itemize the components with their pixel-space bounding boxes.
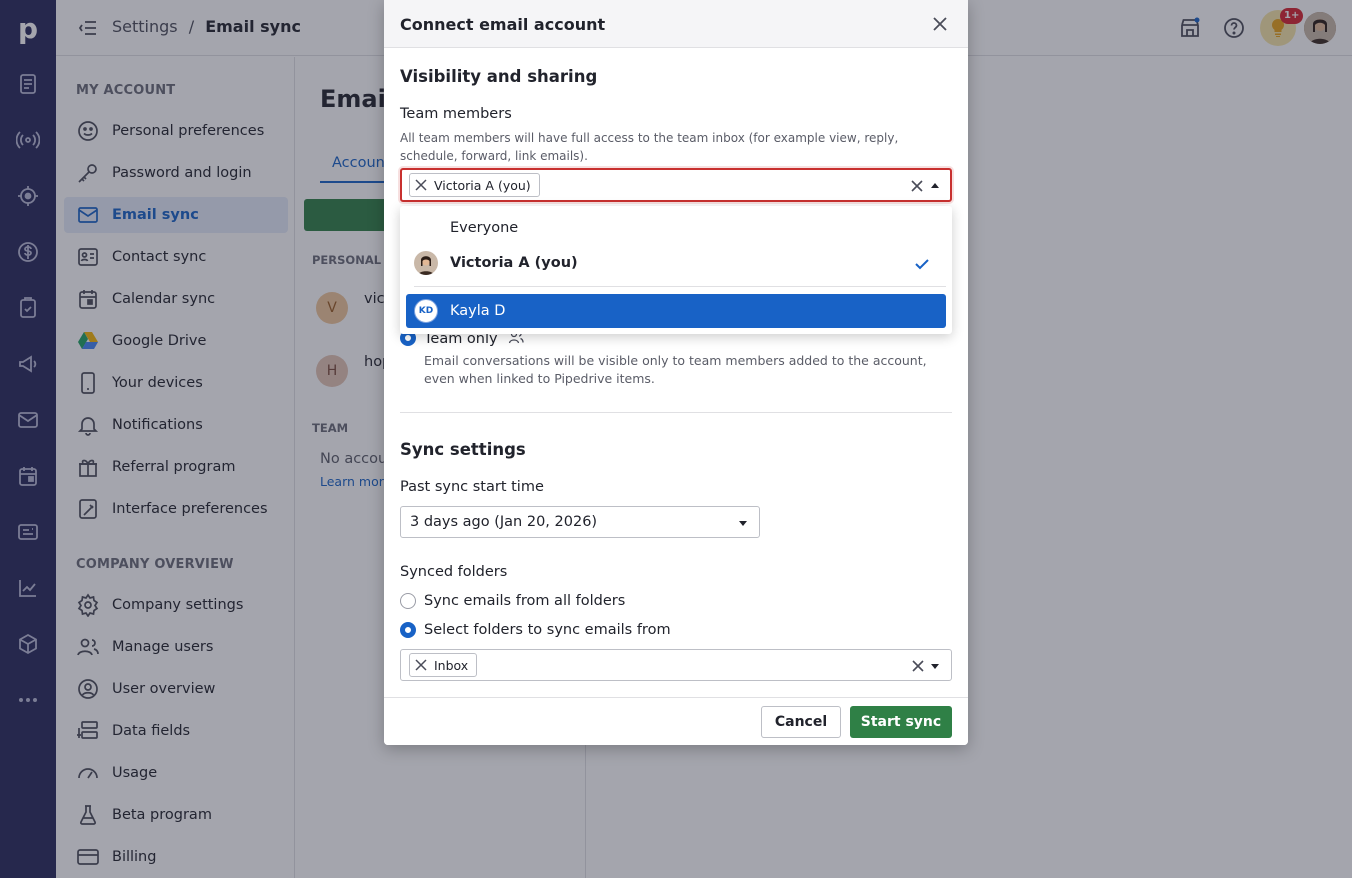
clear-selection-icon[interactable]	[910, 179, 924, 193]
user-avatar	[414, 251, 438, 275]
all-folders-label[interactable]: Sync emails from all folders	[424, 593, 625, 609]
member-chip: Victoria A (you)	[409, 173, 540, 197]
option-label: Victoria A (you)	[450, 255, 578, 271]
option-label: Everyone	[450, 220, 519, 236]
all-folders-radio[interactable]	[400, 593, 416, 609]
team-members-label: Team members	[400, 106, 512, 122]
close-icon[interactable]	[930, 14, 950, 34]
user-avatar: KD	[414, 299, 438, 323]
past-sync-label: Past sync start time	[400, 479, 544, 495]
connect-email-dialog: Connect email account Visibility and sha…	[384, 0, 968, 745]
dialog-header: Connect email account	[384, 0, 968, 48]
past-sync-value: 3 days ago (Jan 20, 2026)	[410, 514, 598, 530]
team-members-select[interactable]: Victoria A (you)	[400, 168, 952, 202]
dialog-title: Connect email account	[400, 15, 606, 34]
remove-chip-icon[interactable]	[414, 658, 428, 672]
visibility-heading: Visibility and sharing	[400, 67, 598, 86]
chip-label: Inbox	[434, 657, 469, 673]
chevron-up-icon[interactable]	[929, 180, 941, 192]
folder-chip: Inbox	[409, 653, 478, 677]
past-sync-select[interactable]: 3 days ago (Jan 20, 2026)	[400, 506, 760, 538]
avatar-initials: KD	[418, 306, 434, 316]
sync-settings-heading: Sync settings	[400, 440, 526, 459]
synced-folders-label: Synced folders	[400, 564, 508, 580]
option-label: Kayla D	[450, 303, 506, 319]
dialog-footer: Cancel Start sync	[384, 697, 968, 745]
option-everyone[interactable]: Everyone	[406, 211, 946, 245]
team-members-dropdown: Everyone Victoria A (you) KD Kayla D	[400, 206, 952, 334]
section-divider	[400, 412, 952, 413]
checkmark-icon	[915, 259, 929, 270]
chip-label: Victoria A (you)	[434, 177, 531, 193]
dropdown-divider	[414, 286, 946, 287]
folders-select[interactable]: Inbox	[400, 649, 952, 681]
option-victoria[interactable]: Victoria A (you)	[406, 246, 946, 280]
team-only-help: Email conversations will be visible only…	[424, 353, 927, 386]
chevron-down-icon	[739, 521, 747, 526]
cancel-button[interactable]: Cancel	[761, 706, 841, 738]
clear-selection-icon[interactable]	[911, 659, 925, 673]
team-members-help: All team members will have full access t…	[400, 131, 899, 163]
start-sync-button[interactable]: Start sync	[850, 706, 952, 738]
remove-chip-icon[interactable]	[414, 178, 428, 192]
option-kayla[interactable]: KD Kayla D	[406, 294, 946, 328]
select-folders-label[interactable]: Select folders to sync emails from	[424, 622, 671, 638]
select-folders-radio[interactable]	[400, 622, 416, 638]
chevron-down-icon[interactable]	[929, 660, 941, 672]
